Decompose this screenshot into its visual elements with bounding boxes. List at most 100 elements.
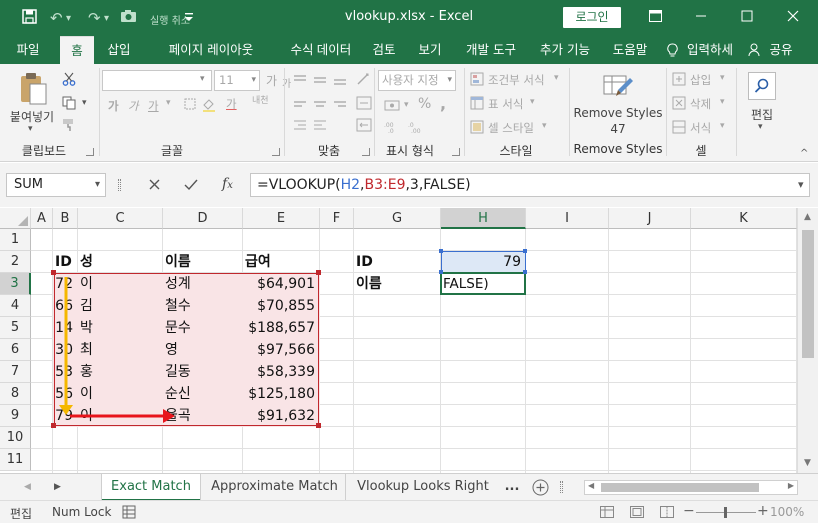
sheet-tab-approximate-match[interactable]: Approximate Match (204, 474, 346, 501)
macro-record-icon[interactable] (122, 505, 136, 522)
clipboard-launcher-icon[interactable] (86, 148, 94, 156)
header-first-name[interactable]: 이름 (165, 251, 241, 273)
name-box[interactable]: SUM ▾ (6, 173, 106, 197)
format-painter-icon[interactable] (62, 118, 78, 136)
alignment-launcher-icon[interactable] (362, 148, 370, 156)
paste-dropdown-icon[interactable]: ▾ (28, 124, 33, 134)
range-handle[interactable] (439, 270, 443, 274)
row-header-4[interactable]: 4 (0, 295, 31, 317)
row-header-9[interactable]: 9 (0, 405, 31, 427)
percent-button[interactable]: % (418, 96, 431, 112)
italic-button[interactable]: 가 (128, 98, 139, 114)
number-format-box[interactable]: 사용자 지정 ▾ (378, 70, 456, 91)
font-name-box[interactable] (102, 70, 212, 91)
tab-split-handle-icon[interactable] (560, 481, 563, 493)
previous-sheet-icon[interactable]: ◀ (24, 482, 31, 492)
increase-decimal-icon[interactable]: .00.0 (384, 120, 402, 138)
editing-button[interactable]: 편집 (742, 106, 782, 123)
delete-cells-button[interactable]: 삭제 (690, 96, 711, 112)
font-grow-icon[interactable]: 가 (266, 72, 277, 89)
login-button[interactable]: 로그인 (563, 7, 621, 28)
row-header-5[interactable]: 5 (0, 317, 31, 339)
lookup-name-label[interactable]: 이름 (356, 273, 439, 295)
tab-page-layout[interactable]: 페이지 레이아웃 (146, 36, 276, 64)
chevron-down-icon[interactable]: ▾ (720, 121, 725, 131)
chevron-down-icon[interactable]: ▾ (554, 73, 559, 83)
chevron-down-icon[interactable]: ▾ (95, 174, 100, 196)
chevron-down-icon[interactable]: ▾ (251, 71, 256, 90)
underline-button[interactable]: 가 (148, 98, 159, 114)
more-sheets-button[interactable]: ... (502, 474, 522, 501)
merge-center-icon[interactable] (356, 118, 372, 136)
number-launcher-icon[interactable] (452, 148, 460, 156)
chevron-down-icon[interactable]: ▾ (200, 74, 205, 84)
scroll-down-icon[interactable]: ▼ (804, 458, 811, 468)
row-header-8[interactable]: 8 (0, 383, 31, 405)
row-header-2[interactable]: 2 (0, 251, 31, 273)
decrease-decimal-icon[interactable]: .0.00 (408, 120, 426, 138)
insert-function-icon[interactable]: fx (222, 176, 233, 192)
zoom-level[interactable]: 100% (770, 505, 804, 519)
font-size-box[interactable]: 11 ▾ (214, 70, 260, 91)
next-sheet-icon[interactable]: ▶ (54, 482, 61, 492)
format-as-table-icon[interactable] (470, 96, 484, 114)
insert-cells-button[interactable]: 삽입 (690, 72, 711, 88)
share-button[interactable]: 공유 (764, 36, 798, 64)
remove-styles-icon[interactable] (602, 70, 634, 106)
header-id[interactable]: ID (55, 251, 76, 273)
currency-icon[interactable] (384, 98, 402, 116)
close-button[interactable] (778, 6, 808, 28)
orientation-icon[interactable] (356, 72, 374, 90)
tab-view[interactable]: 보기 (410, 36, 450, 64)
active-cell-formula[interactable]: FALSE) (443, 273, 524, 295)
sheet-tab-exact-match[interactable]: Exact Match (102, 474, 200, 501)
cell-styles-icon[interactable] (470, 120, 484, 138)
resize-handle-icon[interactable] (118, 179, 121, 191)
chevron-down-icon[interactable]: ▾ (404, 100, 409, 110)
cut-icon[interactable] (62, 72, 76, 90)
chevron-down-icon[interactable]: ▾ (447, 71, 452, 90)
column-header-b[interactable]: B (53, 208, 78, 229)
vertical-scrollbar[interactable]: ▲ ▼ (797, 208, 818, 473)
cell-styles-button[interactable]: 셀 스타일 (488, 120, 534, 136)
insert-cells-icon[interactable] (672, 72, 686, 90)
page-layout-view-icon[interactable] (630, 506, 644, 521)
tab-file[interactable]: 파일 (8, 36, 48, 64)
lookup-id-value[interactable]: 79 (443, 251, 524, 273)
page-break-view-icon[interactable] (660, 506, 674, 521)
range-handle[interactable] (51, 270, 56, 275)
enter-icon[interactable] (184, 177, 198, 195)
tab-review[interactable]: 검토 (364, 36, 404, 64)
tab-help[interactable]: 도움말 (606, 36, 654, 64)
column-header-f[interactable]: F (320, 208, 354, 229)
bold-button[interactable]: 가 (108, 98, 119, 114)
scroll-left-icon[interactable]: ◀ (588, 481, 594, 490)
fill-color-icon[interactable] (202, 98, 216, 115)
format-as-table-button[interactable]: 표 서식 (488, 96, 523, 112)
range-handle[interactable] (51, 423, 56, 428)
tab-insert[interactable]: 삽입 (100, 36, 138, 64)
tab-home[interactable]: 홈 (60, 36, 94, 64)
collapse-ribbon-icon[interactable]: ^ (800, 148, 808, 159)
range-handle[interactable] (523, 249, 527, 253)
sheet-tab-vlookup-looks-right[interactable]: Vlookup Looks Right (350, 474, 496, 501)
spreadsheet-grid[interactable]: ABCDEFGHIJK 1 2 3 4 5 6 7 8 9 10 11 ID 성 이름 급여 72 이 성계 $6… (0, 208, 818, 473)
copy-dropdown-icon[interactable]: ▾ (82, 98, 87, 108)
column-header-e[interactable]: E (243, 208, 320, 229)
row-header-6[interactable]: 6 (0, 339, 31, 361)
zoom-out-icon[interactable]: − (683, 503, 695, 519)
chevron-down-icon[interactable]: ▾ (542, 121, 547, 131)
scroll-thumb[interactable] (802, 230, 814, 358)
normal-view-icon[interactable] (600, 506, 614, 521)
row-header-7[interactable]: 7 (0, 361, 31, 383)
select-all-corner[interactable] (0, 208, 31, 229)
scroll-thumb[interactable] (601, 483, 759, 492)
paste-icon[interactable] (18, 72, 48, 110)
chevron-down-icon[interactable]: ▾ (720, 97, 725, 107)
format-cells-icon[interactable] (672, 120, 686, 138)
phonetic-guide-icon[interactable]: 내천 (252, 96, 269, 106)
add-sheet-icon[interactable] (532, 479, 549, 500)
font-color-icon[interactable]: 가 (226, 96, 237, 112)
expand-formula-icon[interactable]: ▾ (798, 178, 804, 191)
row-header-10[interactable]: 10 (0, 427, 31, 449)
